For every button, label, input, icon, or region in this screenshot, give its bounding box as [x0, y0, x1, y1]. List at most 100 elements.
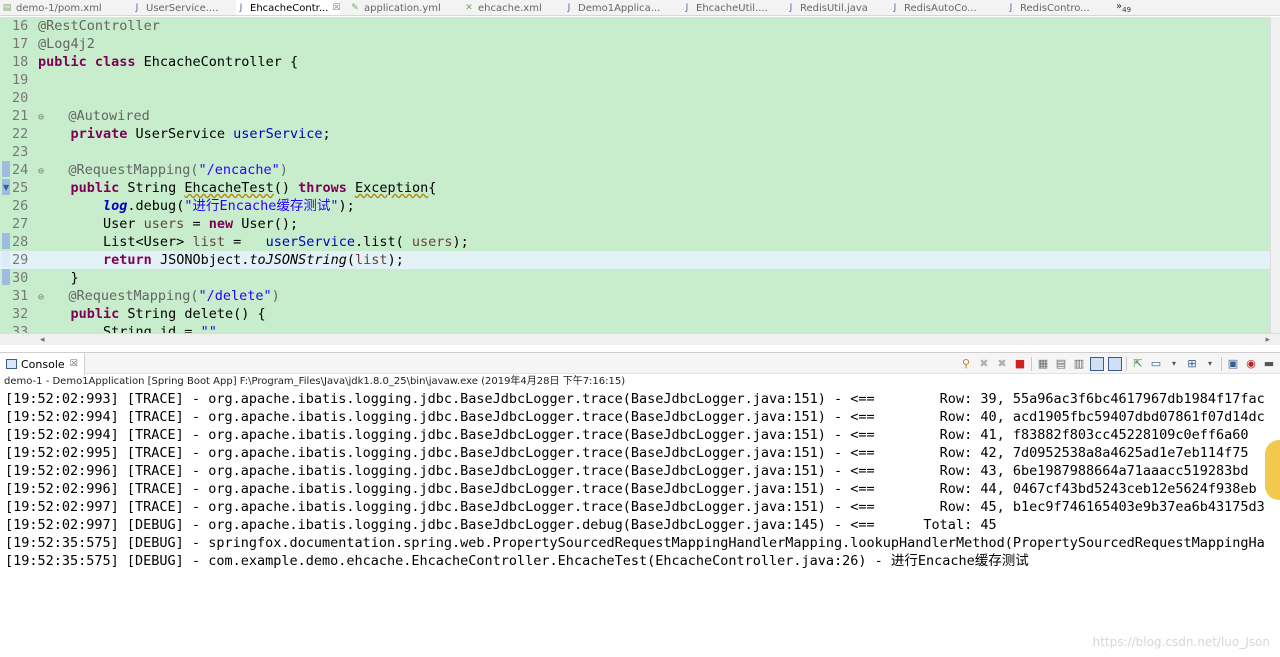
tab-label: EhcacheContr... — [250, 2, 329, 14]
code-line: 17 @Log4j2 — [0, 35, 1270, 53]
close-icon[interactable]: ☒ — [332, 1, 340, 16]
tab-label: demo-1/pom.xml — [16, 2, 102, 14]
word-wrap-icon[interactable]: ▥ — [1072, 357, 1086, 371]
show-on-stdout-icon[interactable] — [1090, 357, 1104, 371]
code-line: 21 ⊖ @Autowired — [0, 107, 1270, 125]
tab-label: RedisContro... — [1020, 2, 1090, 14]
console-line: [19:52:02:993] [TRACE] - org.apache.ibat… — [5, 391, 1265, 407]
display-console-icon[interactable]: ▭ — [1149, 357, 1163, 371]
code-line: 22 private UserService userService; — [0, 125, 1270, 143]
line-number: 32 — [12, 306, 29, 322]
java-file-icon: J — [1009, 3, 1013, 13]
tab-ehcachecontroller[interactable]: J EhcacheContr... ☒ — [236, 0, 341, 16]
line-number: 31 — [12, 288, 29, 304]
tab-rediscontroller[interactable]: J RedisContro... — [1006, 0, 1090, 15]
line-number: 23 — [12, 144, 29, 160]
tab-label: EhcacheUtil.... — [696, 2, 768, 14]
line-number: 21 — [12, 108, 29, 124]
show-on-stderr-icon[interactable] — [1108, 357, 1122, 371]
console-line: [19:52:02:995] [TRACE] - org.apache.ibat… — [5, 445, 1249, 461]
toolbar-separator — [1031, 357, 1032, 371]
minimize-icon[interactable]: ▬ — [1262, 357, 1276, 371]
line-number: 18 — [12, 54, 29, 70]
scroll-right-icon[interactable]: ▸ — [1265, 334, 1270, 346]
console-line: [19:52:35:575] [DEBUG] - com.example.dem… — [5, 553, 1029, 569]
line-number: 19 — [12, 72, 29, 88]
toolbar-separator — [1126, 357, 1127, 371]
line-number: 22 — [12, 126, 29, 142]
xml-file-icon: ✕ — [465, 3, 473, 13]
console-line: [19:52:35:575] [DEBUG] - springfox.docum… — [5, 535, 1265, 551]
tab-redisautoconfig[interactable]: J RedisAutoCo... — [890, 0, 977, 15]
java-file-icon: J — [893, 3, 897, 13]
tab-overflow-button[interactable]: »49 — [1116, 0, 1132, 15]
line-number: 25 — [12, 180, 29, 196]
line-number: 24 — [12, 162, 29, 178]
console-icon — [6, 359, 17, 369]
scroll-left-icon[interactable]: ◂ — [40, 334, 45, 346]
open-console-icon[interactable]: ⊞ — [1185, 357, 1199, 371]
launch-configuration-info: demo-1 - Demo1Application [Spring Boot A… — [4, 376, 626, 387]
fold-marker-icon[interactable]: ⊖ — [38, 292, 44, 303]
link-icon[interactable]: ⚲ — [959, 357, 973, 371]
terminate-icon[interactable]: ■ — [1013, 357, 1027, 371]
editor-vertical-scrollbar[interactable] — [1270, 17, 1280, 333]
editor-tab-bar: ▤ demo-1/pom.xml J UserService.... J Ehcach… — [0, 0, 1280, 16]
code-line: 30 } — [0, 269, 1270, 287]
tab-console[interactable]: Console ☒ — [0, 353, 85, 375]
line-number: 17 — [12, 36, 29, 52]
tab-redisutil[interactable]: J RedisUtil.java — [786, 0, 868, 15]
console-output[interactable]: [19:52:02:993] [TRACE] - org.apache.ibat… — [0, 390, 1280, 657]
debug-icon[interactable]: ◉ — [1244, 357, 1258, 371]
editor-horizontal-scrollbar[interactable]: ◂ ▸ — [0, 333, 1280, 345]
tab-userservice[interactable]: J UserService.... — [132, 0, 219, 15]
remove-all-terminated-icon[interactable]: ✖ — [995, 357, 1009, 371]
console-toolbar: ⚲ ✖ ✖ ■ ▦ ▤ ▥ ⇱ ▭ ▾ ⊞ ▾ ▣ ◉ ▬ — [955, 355, 1276, 373]
tab-ehcacheutil[interactable]: J EhcacheUtil.... — [682, 0, 768, 15]
tab-label: application.yml — [364, 2, 441, 14]
clear-console-icon[interactable]: ▦ — [1036, 357, 1050, 371]
code-line: 23 — [0, 143, 1270, 161]
chevron-down-icon[interactable]: ▾ — [1203, 357, 1217, 371]
console-view-header: Console ☒ ⚲ ✖ ✖ ■ ▦ ▤ ▥ ⇱ ▭ ▾ ⊞ ▾ ▣ ◉ ▬ — [0, 352, 1280, 375]
floating-assistant-icon[interactable] — [1265, 440, 1280, 500]
fold-marker-icon[interactable]: ⊖ — [38, 112, 44, 123]
close-icon[interactable]: ☒ — [70, 359, 78, 369]
tab-ehcache-xml[interactable]: ✕ ehcache.xml — [464, 0, 542, 15]
pin-console-icon[interactable]: ⇱ — [1131, 357, 1145, 371]
console-line: [19:52:02:996] [TRACE] - org.apache.ibat… — [5, 481, 1257, 497]
code-line: 27 User users = new User(); — [0, 215, 1270, 233]
hidden-tab-count: 49 — [1122, 6, 1132, 14]
code-line: 32 public String delete() { — [0, 305, 1270, 323]
line-number: 33 — [12, 324, 29, 333]
tab-demo1application[interactable]: J Demo1Applica... — [564, 0, 661, 15]
fold-marker-icon[interactable]: ⊖ — [38, 166, 44, 177]
code-line: 19 — [0, 71, 1270, 89]
console-line: [19:52:02:996] [TRACE] - org.apache.ibat… — [5, 463, 1249, 479]
line-number: 27 — [12, 216, 29, 232]
code-line: 24 ⊖ @RequestMapping("/encache") — [0, 161, 1270, 179]
java-file-icon: J — [135, 3, 139, 13]
line-number: 20 — [12, 90, 29, 106]
code-line: 20 — [0, 89, 1270, 107]
new-console-icon[interactable]: ▣ — [1226, 357, 1240, 371]
tab-label: UserService.... — [146, 2, 219, 14]
java-file-icon: J — [789, 3, 793, 13]
tab-label: RedisAutoCo... — [904, 2, 977, 14]
remove-launch-icon[interactable]: ✖ — [977, 357, 991, 371]
yaml-file-icon: ✎ — [351, 3, 359, 13]
tab-application-yml[interactable]: ✎ application.yml — [350, 0, 441, 15]
code-line: 18 public class EhcacheController { — [0, 53, 1270, 71]
xml-file-icon: ▤ — [2, 3, 12, 13]
scroll-lock-icon[interactable]: ▤ — [1054, 357, 1068, 371]
console-line: [19:52:02:994] [TRACE] - org.apache.ibat… — [5, 409, 1265, 425]
console-tab-label: Console — [21, 357, 65, 371]
chevron-down-icon[interactable]: ▾ — [1167, 357, 1181, 371]
code-editor[interactable]: ▼ 16 @RestController 17 @Log4j2 18 public c… — [0, 17, 1280, 333]
tab-label: RedisUtil.java — [800, 2, 868, 14]
code-line: 28 List<User> list = userService.list( u… — [0, 233, 1270, 251]
line-number: 30 — [12, 270, 29, 286]
tab-pom-xml[interactable]: ▤ demo-1/pom.xml — [2, 0, 102, 15]
code-line: 25 public String EhcacheTest() throws Ex… — [0, 179, 1270, 197]
watermark: https://blog.csdn.net/luo_Json — [1092, 635, 1270, 649]
